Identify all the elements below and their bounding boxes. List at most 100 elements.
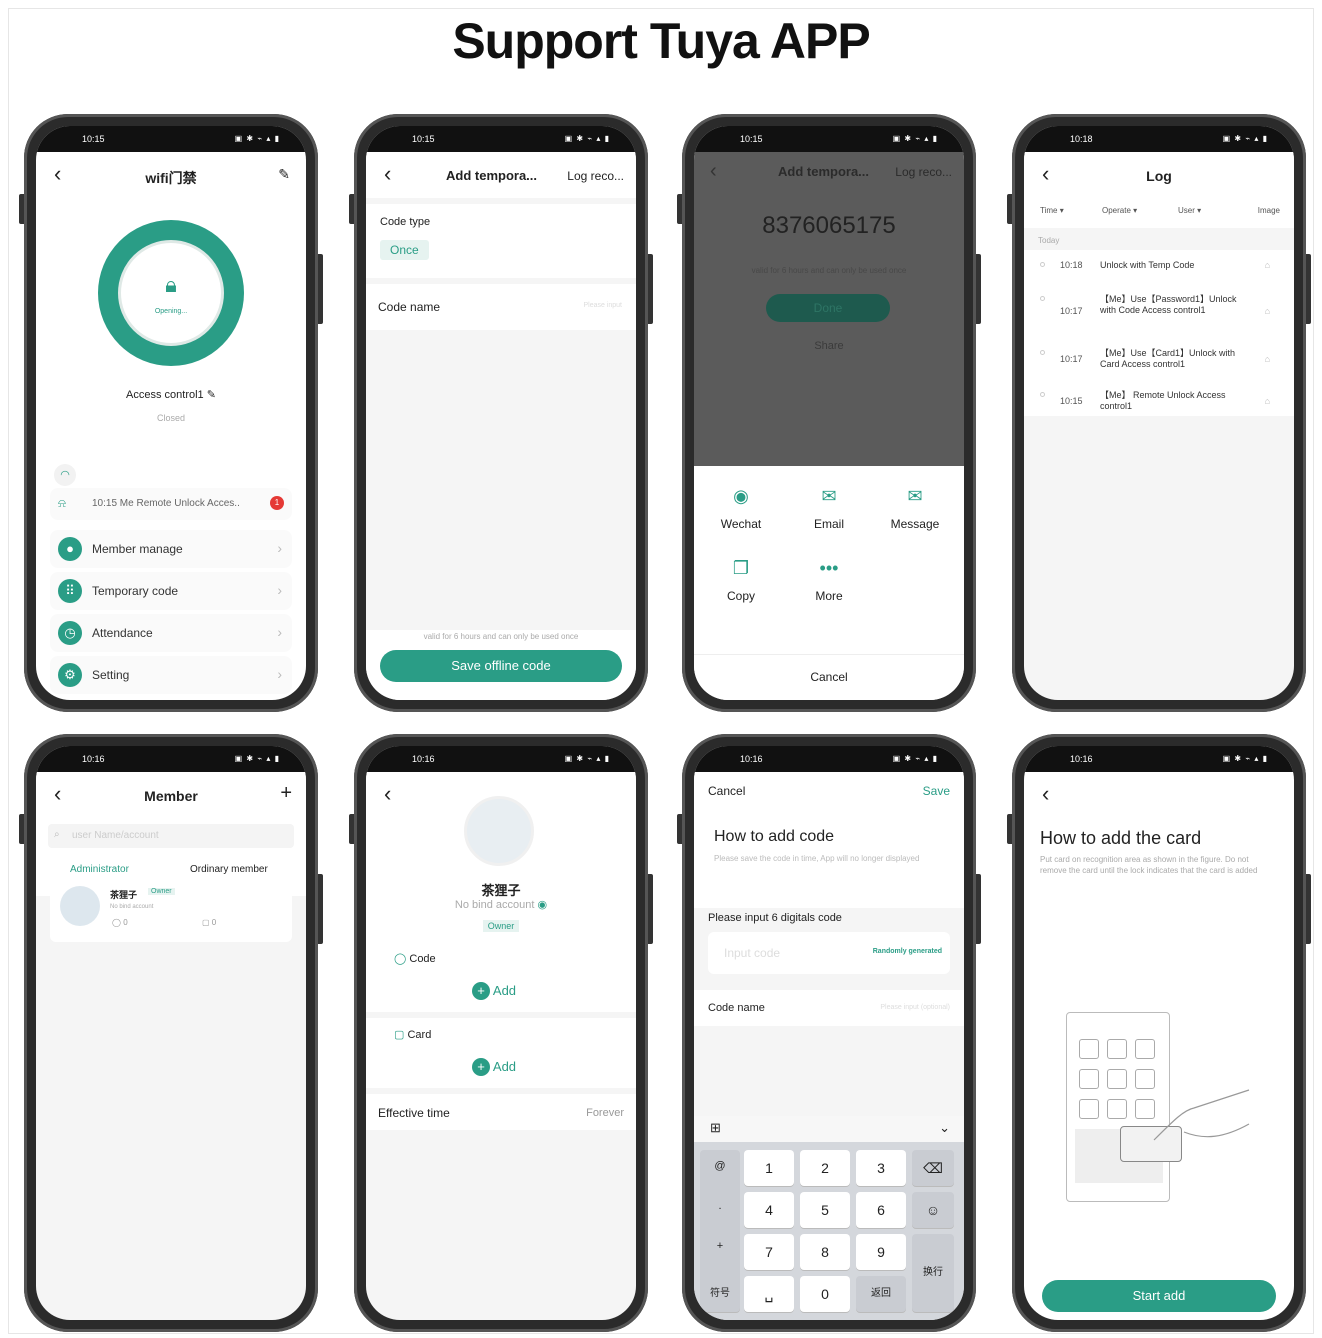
copy-icon: ❐ [732,558,750,578]
clock-icon: ◷ [58,621,82,645]
key-1[interactable]: 1 [744,1150,794,1186]
filter-operate[interactable]: Operate ▾ [1102,206,1137,215]
back-icon: ‹ [710,160,717,182]
card-count: ▢ 0 [202,918,217,927]
effective-time-row[interactable]: Effective time Forever [366,1094,636,1130]
key-3[interactable]: 3 [856,1150,906,1186]
symbol-key[interactable]: 符号 [700,1276,740,1312]
code-name-field[interactable]: Code name Please input [366,284,636,330]
section-today: Today [1038,236,1060,245]
share-message[interactable]: ✉ Message [882,486,948,531]
card-section: ▢ Card + Add [366,1018,636,1088]
lock-icon: ⌂ [1264,260,1270,270]
menu-attendance[interactable]: ◷ Attendance › [50,614,292,652]
delete-key-icon[interactable]: ⌫ [912,1150,954,1186]
menu-temporary-code[interactable]: ⠿ Temporary code › [50,572,292,610]
share-link[interactable]: Share [694,340,964,352]
key-9[interactable]: 9 [856,1234,906,1270]
card-icon: ▢ [394,1029,405,1041]
email-icon: ✉ [821,486,837,506]
code-icon: ◯ [112,918,121,927]
key-8[interactable]: 8 [800,1234,850,1270]
search-input[interactable]: ⌕ user Name/account [48,824,294,848]
screen-title: wifi门禁 [145,170,197,186]
phone-member: 10:16 ▣ ✱ ⌁ ▴ ▮ ‹ Member + ⌕ user Name/ac… [19,734,323,1332]
page-title: Support Tuya APP [452,13,870,69]
dim-overlay: ‹ Add tempora... Log reco... 8376065175 … [694,152,964,466]
filter-time[interactable]: Time ▾ [1040,206,1064,215]
grid-icon: ⠿ [58,579,82,603]
done-button[interactable]: Done [766,294,890,322]
key-4[interactable]: 4 [744,1192,794,1228]
hand-icon [1153,1089,1250,1141]
share-email[interactable]: ✉ Email [796,486,862,531]
share-wechat[interactable]: ◉ Wechat [708,486,774,531]
start-add-button[interactable]: Start add [1042,1280,1276,1312]
add-code-button[interactable]: + Add [472,982,516,1000]
plus-icon: + [472,982,490,1000]
lock-icon: 🔒︎ [165,272,177,297]
add-member-icon[interactable]: + [280,782,292,805]
code-input[interactable]: Input code Randomly generated [708,932,950,974]
back-icon[interactable]: ‹ [384,783,391,805]
share-copy[interactable]: ❐ Copy [708,558,774,603]
return-key[interactable]: 返回 [856,1276,906,1312]
screen-title: Member [144,788,198,804]
code-name-field[interactable]: Code name Please input (optional) [694,990,964,1026]
lock-icon: ⌂ [1264,306,1270,316]
filter-user[interactable]: User ▾ [1178,206,1201,215]
save-offline-code-button[interactable]: Save offline code [380,650,622,682]
key-0[interactable]: 0 [800,1276,850,1312]
device-state: Closed [156,413,185,423]
more-icon: ••• [819,558,839,578]
phone-share-code: 10:15 ▣ ✱ ⌁ ▴ ▮ ‹ Add tempora... Log reco… [677,114,981,712]
device-name: Access control1 [126,389,204,401]
hide-keyboard-icon[interactable]: ⌄ [939,1120,950,1136]
unlock-ring[interactable]: 🔒︎ Opening... [98,220,244,366]
heading: How to add code [714,828,835,845]
phone-add-card: 10:16 ▣ ✱ ⌁ ▴ ▮ ‹ How to add the card Put… [1007,734,1311,1332]
card-icon: ▢ [202,918,210,927]
cancel-button[interactable]: Cancel [708,784,745,798]
add-card-button[interactable]: + Add [472,1058,516,1076]
share-more[interactable]: ••• More [796,558,862,603]
notification-text: 10:15 Me Remote Unlock Acces.. [92,498,240,509]
key-5[interactable]: 5 [800,1192,850,1228]
lock-icon: ⌂ [1264,354,1270,364]
back-icon[interactable]: ‹ [384,163,391,185]
key-6[interactable]: 6 [856,1192,906,1228]
random-generate-link[interactable]: Randomly generated [873,948,942,955]
notification-row[interactable]: ⍾ 10:15 Me Remote Unlock Acces.. 1 [50,488,292,520]
menu-member-manage[interactable]: ● Member manage › [50,530,292,568]
space-key-icon[interactable]: ␣ [744,1276,794,1312]
log-records-link[interactable]: Log reco... [567,169,624,183]
cancel-button[interactable]: Cancel [694,670,964,684]
menu-setting[interactable]: ⚙ Setting › [50,656,292,694]
once-chip[interactable]: Once [380,240,429,260]
emoji-key-icon[interactable]: ☺ [912,1192,954,1228]
owner-badge: Owner [482,920,520,932]
wifi-icon: ◠ [54,464,76,486]
account-status: No bind account ◉ [454,899,548,911]
filter-image[interactable]: Image [1258,206,1280,215]
rename-icon[interactable]: ✎ [207,389,216,401]
back-icon[interactable]: ‹ [1042,783,1049,805]
save-button[interactable]: Save [923,784,950,798]
code-icon: ◯ [394,953,407,965]
screen-title: Log [1146,168,1172,184]
tab-administrator[interactable]: Administrator [70,864,129,875]
key-2[interactable]: 2 [800,1150,850,1186]
member-card[interactable]: 茶狸子 Owner No bind account ◯ 0 ▢ 0 [50,876,292,942]
gear-icon: ⚙ [58,663,82,687]
avatar[interactable] [464,796,534,866]
edit-icon[interactable]: ✎ [278,166,290,183]
plus-icon: + [472,1058,490,1076]
enter-key[interactable]: 换行 [912,1234,954,1312]
lock-icon: ⌂ [1264,396,1270,406]
phone-member-detail: 10:16 ▣ ✱ ⌁ ▴ ▮ ‹ 茶狸子 No bind account ◉ O… [349,734,653,1332]
share-sheet: ◉ Wechat ✉ Email ✉ Message ❐ Copy ••• More Ca… [694,466,964,700]
apps-icon[interactable]: ⊞ [710,1120,721,1136]
tab-ordinary-member[interactable]: Ordinary member [190,864,268,875]
key-7[interactable]: 7 [744,1234,794,1270]
owner-badge: Owner [148,888,175,895]
